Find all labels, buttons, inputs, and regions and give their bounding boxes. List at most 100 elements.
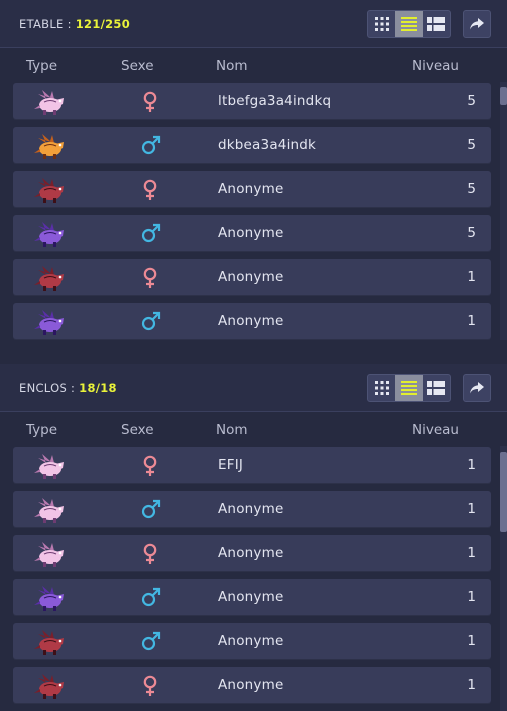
column-name-header: Nom bbox=[216, 422, 248, 438]
enclos-label: ENCLOS : bbox=[19, 381, 80, 395]
dragon-level: 5 bbox=[467, 93, 476, 109]
enclos-scrollbar[interactable] bbox=[500, 446, 507, 711]
dragon-red-icon bbox=[33, 671, 67, 701]
list-item[interactable]: Anonyme 1 bbox=[13, 667, 491, 704]
detail-view-icon bbox=[427, 381, 446, 395]
list-item[interactable]: Anonyme 1 bbox=[13, 491, 491, 528]
column-level-header: Niveau bbox=[412, 422, 459, 438]
dragon-level: 1 bbox=[467, 633, 476, 649]
dragon-name: Anonyme bbox=[218, 269, 284, 285]
grid-view-button[interactable] bbox=[368, 375, 395, 401]
list-item[interactable]: Anonyme 1 bbox=[13, 623, 491, 660]
dragon-name: ltbefga3a4indkq bbox=[218, 93, 332, 109]
dragon-name: Anonyme bbox=[218, 501, 284, 517]
dragon-purple-icon bbox=[33, 583, 67, 613]
enclos-count: 18/18 bbox=[79, 381, 117, 395]
male-icon bbox=[141, 223, 161, 245]
dragon-red-icon bbox=[33, 175, 67, 205]
list-item[interactable]: dkbea3a4indk 5 bbox=[13, 127, 491, 164]
share-arrow-icon bbox=[470, 382, 484, 394]
etable-share-button[interactable] bbox=[463, 10, 491, 38]
enclos-title: ENCLOS : 18/18 bbox=[19, 381, 117, 395]
dragon-red-icon bbox=[33, 627, 67, 657]
list-item[interactable]: Anonyme 5 bbox=[13, 171, 491, 208]
dragon-red-icon bbox=[33, 263, 67, 293]
dragon-purple-icon bbox=[33, 307, 67, 337]
dragon-level: 1 bbox=[467, 313, 476, 329]
share-arrow-icon bbox=[470, 18, 484, 30]
detail-view-button[interactable] bbox=[423, 11, 450, 37]
enclos-scroll-thumb[interactable] bbox=[500, 452, 507, 532]
female-icon bbox=[141, 179, 159, 201]
etable-view-switcher bbox=[367, 10, 451, 38]
dragon-name: dkbea3a4indk bbox=[218, 137, 317, 153]
dragon-level: 1 bbox=[467, 589, 476, 605]
etable-panel: ETABLE : 121/250 Type Sexe Nom Niveau lt… bbox=[0, 0, 507, 350]
dragon-name: Anonyme bbox=[218, 545, 284, 561]
column-sex-header: Sexe bbox=[121, 422, 154, 438]
dragon-name: Anonyme bbox=[218, 633, 284, 649]
etable-label: ETABLE : bbox=[19, 17, 76, 31]
dragon-pink-icon bbox=[33, 87, 67, 117]
dragon-pink-icon bbox=[33, 495, 67, 525]
female-icon bbox=[141, 543, 159, 565]
enclos-panel: ENCLOS : 18/18 Type Sexe Nom Niveau EFIJ… bbox=[0, 364, 507, 711]
grid-view-icon bbox=[374, 17, 389, 31]
grid-view-button[interactable] bbox=[368, 11, 395, 37]
female-icon bbox=[141, 91, 159, 113]
list-item[interactable]: EFIJ 1 bbox=[13, 447, 491, 484]
grid-view-icon bbox=[374, 381, 389, 395]
etable-scrollbar[interactable] bbox=[500, 82, 507, 340]
column-type-header: Type bbox=[26, 58, 58, 74]
dragon-level: 1 bbox=[467, 677, 476, 693]
column-type-header: Type bbox=[26, 422, 58, 438]
list-item[interactable]: ltbefga3a4indkq 5 bbox=[13, 83, 491, 120]
list-item[interactable]: Anonyme 1 bbox=[13, 259, 491, 296]
female-icon bbox=[141, 455, 159, 477]
detail-view-icon bbox=[427, 17, 446, 31]
column-name-header: Nom bbox=[216, 58, 248, 74]
male-icon bbox=[141, 631, 161, 653]
column-sex-header: Sexe bbox=[121, 58, 154, 74]
etable-scroll-thumb[interactable] bbox=[500, 87, 507, 105]
list-view-button[interactable] bbox=[395, 375, 423, 401]
dragon-level: 5 bbox=[467, 225, 476, 241]
dragon-pink-icon bbox=[33, 539, 67, 569]
dragon-level: 1 bbox=[467, 457, 476, 473]
dragon-purple-icon bbox=[33, 219, 67, 249]
female-icon bbox=[141, 267, 159, 289]
male-icon bbox=[141, 311, 161, 333]
dragon-level: 5 bbox=[467, 137, 476, 153]
enclos-view-switcher bbox=[367, 374, 451, 402]
list-item[interactable]: Anonyme 1 bbox=[13, 535, 491, 572]
list-item[interactable]: Anonyme 5 bbox=[13, 215, 491, 252]
dragon-name: Anonyme bbox=[218, 225, 284, 241]
dragon-name: EFIJ bbox=[218, 457, 244, 473]
female-icon bbox=[141, 675, 159, 697]
dragon-name: Anonyme bbox=[218, 313, 284, 329]
enclos-header: ENCLOS : 18/18 bbox=[0, 364, 507, 412]
list-view-button[interactable] bbox=[395, 11, 423, 37]
dragon-level: 1 bbox=[467, 269, 476, 285]
dragon-pink-icon bbox=[33, 451, 67, 481]
list-view-icon bbox=[400, 381, 417, 395]
male-icon bbox=[141, 135, 161, 157]
dragon-name: Anonyme bbox=[218, 589, 284, 605]
dragon-level: 1 bbox=[467, 501, 476, 517]
etable-header: ETABLE : 121/250 bbox=[0, 0, 507, 48]
detail-view-button[interactable] bbox=[423, 375, 450, 401]
etable-count: 121/250 bbox=[75, 17, 131, 31]
dragon-name: Anonyme bbox=[218, 181, 284, 197]
dragon-orange-icon bbox=[33, 131, 67, 161]
dragon-name: Anonyme bbox=[218, 677, 284, 693]
list-item[interactable]: Anonyme 1 bbox=[13, 579, 491, 616]
dragon-level: 5 bbox=[467, 181, 476, 197]
etable-title: ETABLE : 121/250 bbox=[19, 17, 130, 31]
dragon-level: 1 bbox=[467, 545, 476, 561]
list-view-icon bbox=[400, 17, 417, 31]
male-icon bbox=[141, 587, 161, 609]
list-item[interactable]: Anonyme 1 bbox=[13, 303, 491, 340]
male-icon bbox=[141, 499, 161, 521]
enclos-share-button[interactable] bbox=[463, 374, 491, 402]
column-level-header: Niveau bbox=[412, 58, 459, 74]
